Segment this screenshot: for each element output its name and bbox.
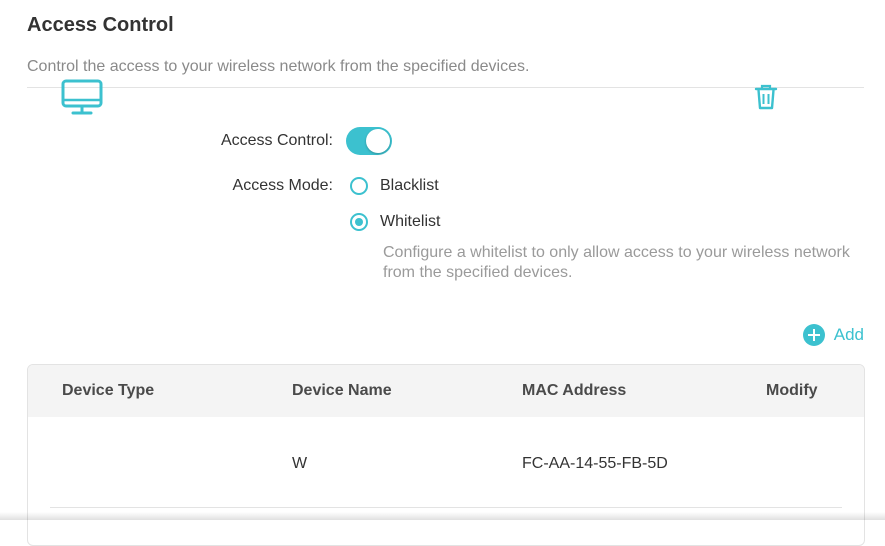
radio-label-blacklist: Blacklist bbox=[380, 177, 439, 194]
access-mode-label: Access Mode: bbox=[232, 177, 333, 194]
page-description: Control the access to your wireless netw… bbox=[27, 58, 530, 75]
whitelist-hint: Configure a whitelist to only allow acce… bbox=[383, 244, 850, 281]
toggle-knob bbox=[366, 129, 390, 153]
radio-circle-whitelist[interactable] bbox=[350, 213, 368, 231]
add-button-label: Add bbox=[833, 325, 864, 344]
access-control-label: Access Control: bbox=[220, 132, 333, 149]
trash-icon[interactable] bbox=[754, 84, 778, 110]
access-control-toggle[interactable] bbox=[346, 127, 392, 155]
header-divider bbox=[27, 87, 864, 88]
mac-address-cell: FC-AA-14-55-FB-5D bbox=[522, 455, 668, 472]
table-header: Device Type Device Name MAC Address Modi… bbox=[28, 365, 864, 417]
radio-blacklist[interactable]: Blacklist bbox=[350, 177, 439, 195]
device-name-cell: W bbox=[292, 455, 308, 472]
bottom-shadow bbox=[0, 512, 885, 520]
header-modify: Modify bbox=[766, 382, 818, 399]
page-title: Access Control bbox=[27, 14, 174, 36]
table-row: W FC-AA-14-55-FB-5D bbox=[28, 417, 864, 507]
header-device-name: Device Name bbox=[292, 382, 392, 399]
add-button[interactable]: Add bbox=[802, 324, 864, 346]
add-circle-icon bbox=[802, 324, 825, 346]
row-divider bbox=[50, 507, 842, 508]
monitor-icon bbox=[61, 79, 103, 115]
header-device-type: Device Type bbox=[62, 382, 155, 399]
radio-label-whitelist: Whitelist bbox=[380, 213, 441, 230]
header-mac-address: MAC Address bbox=[522, 382, 627, 399]
radio-whitelist[interactable]: Whitelist bbox=[350, 213, 440, 231]
radio-circle-blacklist[interactable] bbox=[350, 177, 368, 195]
